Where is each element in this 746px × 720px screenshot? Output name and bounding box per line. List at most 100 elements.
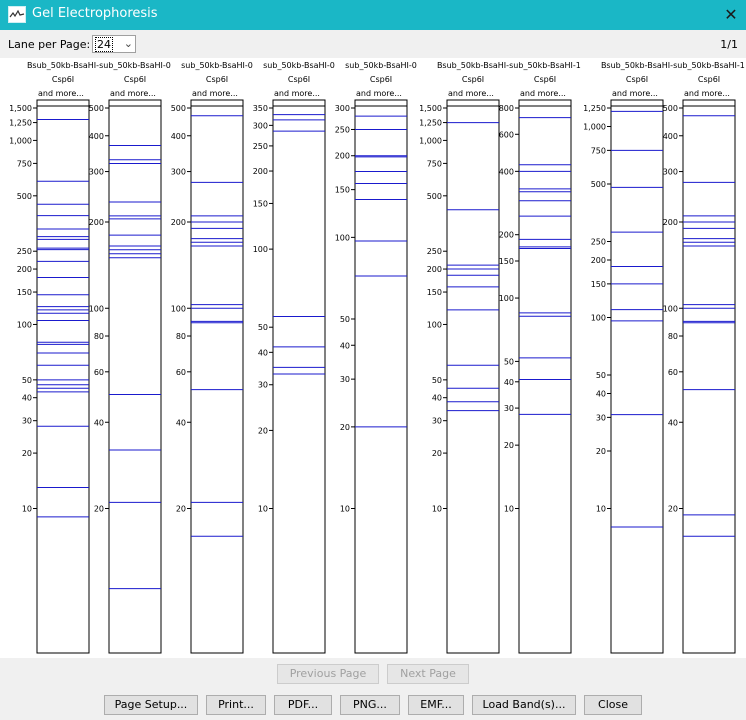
tick-label: 10: [22, 505, 32, 514]
tick-label: 200: [499, 231, 514, 240]
tick-label: 100: [253, 245, 268, 254]
tick-label: 50: [258, 323, 268, 332]
lane-box: [446, 99, 500, 654]
tick-label: 500: [427, 192, 442, 201]
lane-name: Bsub_50kb-BsaHI-: [437, 61, 509, 70]
lane-box: [682, 99, 736, 654]
tick-label: 750: [427, 159, 442, 168]
tick-label: 1,500: [9, 104, 32, 113]
chevron-down-icon: ⌄: [123, 37, 133, 50]
tick-label: 20: [596, 447, 606, 456]
lane-name: sub_50kb-BsaHI-0: [99, 61, 171, 70]
tick-label: 1,000: [9, 136, 32, 145]
lane-more: and more...: [274, 89, 320, 98]
lane-name: Bsub_50kb-BsaHI-: [601, 61, 673, 70]
lane-name: Bsub_50kb-BsaHI-: [27, 61, 99, 70]
gel-lane: sub_50kb-BsaHI-0 Csp6I and more... 500 400 30…: [171, 61, 253, 654]
lane-box: [610, 99, 664, 654]
tick-label: 60: [668, 368, 678, 377]
lane-more: and more...: [448, 89, 494, 98]
gel-lane: sub_50kb-BsaHI-0 Csp6I and more... 300 250 20…: [335, 61, 417, 654]
tick-label: 40: [596, 390, 606, 399]
tick-label: 60: [176, 368, 186, 377]
tick-label: 80: [94, 332, 104, 341]
tick-label: 150: [17, 288, 32, 297]
tick-label: 20: [340, 423, 350, 432]
lane-more: and more...: [684, 89, 730, 98]
tick-label: 200: [253, 167, 268, 176]
tick-label: 300: [89, 168, 104, 177]
tick-label: 80: [176, 332, 186, 341]
tick-label: 200: [335, 152, 350, 161]
tick-label: 500: [663, 104, 678, 113]
tick-label: 40: [504, 378, 514, 387]
lane-per-page-select[interactable]: 24 ⌄: [92, 35, 136, 53]
tick-label: 50: [504, 357, 514, 366]
tick-label: 40: [668, 418, 678, 427]
tick-label: 40: [22, 394, 32, 403]
png-button[interactable]: PNG...: [340, 695, 400, 715]
tick-label: 250: [591, 238, 606, 247]
pdf-button[interactable]: PDF...: [274, 695, 332, 715]
lane-more: and more...: [192, 89, 238, 98]
previous-page-button[interactable]: Previous Page: [277, 664, 379, 684]
lane-box: [354, 99, 408, 654]
page-setup-button[interactable]: Page Setup...: [104, 695, 198, 715]
lane-box: [36, 99, 90, 654]
tick-label: 400: [89, 132, 104, 141]
lane-enzyme: Csp6I: [626, 75, 648, 84]
lane-name: sub_50kb-BsaHI-0: [345, 61, 417, 70]
tick-label: 50: [596, 371, 606, 380]
print-button[interactable]: Print...: [206, 695, 266, 715]
tick-label: 40: [432, 394, 442, 403]
load-bands-button[interactable]: Load Band(s)...: [472, 695, 576, 715]
tick-label: 30: [258, 381, 268, 390]
lane-name: sub_50kb-BsaHI-0: [181, 61, 253, 70]
tick-label: 400: [171, 132, 186, 141]
lane-more: and more...: [612, 89, 658, 98]
gel-lane: sub_50kb-BsaHI-1 Csp6I and more... 500 400 30…: [663, 61, 745, 654]
tick-label: 500: [89, 104, 104, 113]
tick-label: 50: [432, 376, 442, 385]
tick-label: 1,250: [9, 119, 32, 128]
lane-per-page-value: 24: [95, 37, 113, 52]
lane-box: [190, 99, 244, 654]
tick-label: 150: [591, 280, 606, 289]
tick-label: 30: [22, 417, 32, 426]
tick-label: 20: [176, 505, 186, 514]
lane-enzyme: Csp6I: [288, 75, 310, 84]
tick-label: 300: [335, 104, 350, 113]
tick-label: 200: [17, 265, 32, 274]
gel-area: Bsub_50kb-BsaHI- Csp6I and more... 1,500 1,2…: [0, 58, 746, 658]
tick-label: 150: [335, 186, 350, 195]
tick-label: 100: [499, 294, 514, 303]
tick-label: 500: [591, 180, 606, 189]
tick-label: 10: [258, 505, 268, 514]
lane-enzyme: Csp6I: [206, 75, 228, 84]
gel-lane: Bsub_50kb-BsaHI- Csp6I and more... 1,500 1,2…: [419, 61, 509, 654]
tick-label: 50: [340, 315, 350, 324]
tick-label: 100: [663, 304, 678, 313]
tick-label: 100: [171, 304, 186, 313]
gel-lane: Bsub_50kb-BsaHI- Csp6I and more... 1,500 1,2…: [9, 61, 99, 654]
gel-lane: sub_50kb-BsaHI-0 Csp6I and more... 500 400 30…: [89, 61, 171, 654]
tick-label: 750: [591, 146, 606, 155]
tick-label: 10: [504, 505, 514, 514]
lane-more: and more...: [520, 89, 566, 98]
lane-name: sub_50kb-BsaHI-1: [509, 61, 581, 70]
gel-lane: sub_50kb-BsaHI-1 Csp6I and more... 800 600 40…: [499, 61, 581, 654]
tick-label: 250: [253, 142, 268, 151]
lane-enzyme: Csp6I: [698, 75, 720, 84]
close-button[interactable]: Close: [584, 695, 642, 715]
tick-label: 150: [499, 257, 514, 266]
lane-more: and more...: [38, 89, 84, 98]
gel-lanes: Bsub_50kb-BsaHI- Csp6I and more... 1,500 1,2…: [9, 61, 745, 654]
emf-button[interactable]: EMF...: [408, 695, 464, 715]
tick-label: 40: [94, 418, 104, 427]
tick-label: 100: [89, 304, 104, 313]
gel-lane: sub_50kb-BsaHI-0 Csp6I and more... 350 300 25…: [253, 61, 335, 654]
window-close-icon[interactable]: ✕: [718, 1, 744, 29]
lane-box: [272, 99, 326, 654]
tick-label: 100: [335, 233, 350, 242]
next-page-button[interactable]: Next Page: [387, 664, 469, 684]
